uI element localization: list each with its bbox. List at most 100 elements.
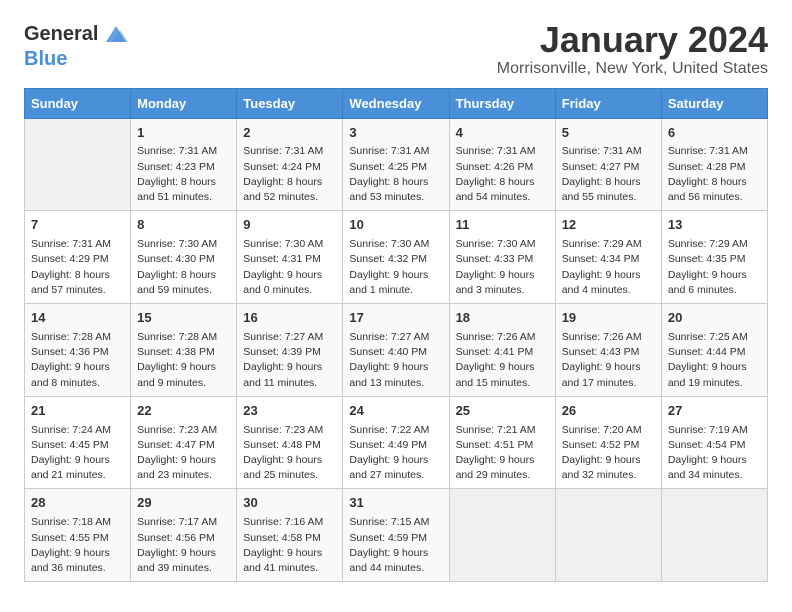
month-title: January 2024	[497, 20, 768, 60]
day-number: 24	[349, 402, 442, 421]
calendar-week-row: 7Sunrise: 7:31 AMSunset: 4:29 PMDaylight…	[25, 211, 768, 304]
daylight-hours: Daylight: 8 hours and 53 minutes.	[349, 176, 428, 203]
day-number: 27	[668, 402, 761, 421]
daylight-hours: Daylight: 9 hours and 11 minutes.	[243, 361, 322, 388]
daylight-hours: Daylight: 9 hours and 13 minutes.	[349, 361, 428, 388]
day-info: Sunrise: 7:29 AMSunset: 4:35 PMDaylight:…	[668, 237, 761, 298]
table-row: 1Sunrise: 7:31 AMSunset: 4:23 PMDaylight…	[131, 118, 237, 211]
sunrise-time: Sunrise: 7:25 AM	[668, 331, 748, 343]
sunset-time: Sunset: 4:28 PM	[668, 161, 746, 173]
daylight-hours: Daylight: 9 hours and 25 minutes.	[243, 454, 322, 481]
sunset-time: Sunset: 4:43 PM	[562, 346, 640, 358]
table-row	[555, 489, 661, 582]
table-row: 25Sunrise: 7:21 AMSunset: 4:51 PMDayligh…	[449, 396, 555, 489]
calendar-header-row: Sunday Monday Tuesday Wednesday Thursday…	[25, 88, 768, 118]
day-info: Sunrise: 7:31 AMSunset: 4:27 PMDaylight:…	[562, 144, 655, 205]
table-row: 29Sunrise: 7:17 AMSunset: 4:56 PMDayligh…	[131, 489, 237, 582]
daylight-hours: Daylight: 9 hours and 29 minutes.	[456, 454, 535, 481]
day-info: Sunrise: 7:30 AMSunset: 4:30 PMDaylight:…	[137, 237, 230, 298]
sunrise-time: Sunrise: 7:18 AM	[31, 516, 111, 528]
day-info: Sunrise: 7:17 AMSunset: 4:56 PMDaylight:…	[137, 515, 230, 576]
day-number: 21	[31, 402, 124, 421]
sunrise-time: Sunrise: 7:28 AM	[31, 331, 111, 343]
day-info: Sunrise: 7:18 AMSunset: 4:55 PMDaylight:…	[31, 515, 124, 576]
sunrise-time: Sunrise: 7:28 AM	[137, 331, 217, 343]
day-info: Sunrise: 7:31 AMSunset: 4:25 PMDaylight:…	[349, 144, 442, 205]
sunrise-time: Sunrise: 7:23 AM	[243, 424, 323, 436]
day-info: Sunrise: 7:23 AM Sunset: 4:48 PM Daylight:…	[243, 423, 336, 484]
table-row: 10Sunrise: 7:30 AMSunset: 4:32 PMDayligh…	[343, 211, 449, 304]
day-number: 14	[31, 309, 124, 328]
day-number: 7	[31, 216, 124, 235]
sunset-time: Sunset: 4:47 PM	[137, 439, 215, 451]
day-info: Sunrise: 7:21 AMSunset: 4:51 PMDaylight:…	[456, 423, 549, 484]
day-info: Sunrise: 7:30 AMSunset: 4:31 PMDaylight:…	[243, 237, 336, 298]
table-row: 5Sunrise: 7:31 AMSunset: 4:27 PMDaylight…	[555, 118, 661, 211]
table-row: 16Sunrise: 7:27 AMSunset: 4:39 PMDayligh…	[237, 304, 343, 397]
sunrise-time: Sunrise: 7:31 AM	[562, 145, 642, 157]
daylight-hours: Daylight: 8 hours and 56 minutes.	[668, 176, 747, 203]
sunrise-time: Sunrise: 7:23 AM	[137, 424, 217, 436]
day-info: Sunrise: 7:26 AMSunset: 4:43 PMDaylight:…	[562, 330, 655, 391]
sunset-time: Sunset: 4:56 PM	[137, 532, 215, 544]
table-row: 22Sunrise: 7:23 AMSunset: 4:47 PMDayligh…	[131, 396, 237, 489]
sunrise-time: Sunrise: 7:31 AM	[456, 145, 536, 157]
sunset-time: Sunset: 4:49 PM	[349, 439, 427, 451]
day-number: 4	[456, 124, 549, 143]
sunrise-time: Sunrise: 7:26 AM	[456, 331, 536, 343]
table-row: 2Sunrise: 7:31 AMSunset: 4:24 PMDaylight…	[237, 118, 343, 211]
sunset-time: Sunset: 4:35 PM	[668, 253, 746, 265]
daylight-hours: Daylight: 8 hours and 59 minutes.	[137, 269, 216, 296]
sunrise-time: Sunrise: 7:31 AM	[31, 238, 111, 250]
sunrise-time: Sunrise: 7:31 AM	[668, 145, 748, 157]
sunset-time: Sunset: 4:52 PM	[562, 439, 640, 451]
day-info: Sunrise: 7:22 AMSunset: 4:49 PMDaylight:…	[349, 423, 442, 484]
day-info: Sunrise: 7:19 AMSunset: 4:54 PMDaylight:…	[668, 423, 761, 484]
daylight-hours: Daylight: 9 hours and 34 minutes.	[668, 454, 747, 481]
day-info: Sunrise: 7:31 AM Sunset: 4:28 PM Daylight:…	[668, 144, 761, 205]
daylight-hours: Daylight: 9 hours and 17 minutes.	[562, 361, 641, 388]
daylight-hours: Daylight: 9 hours and 1 minute.	[349, 269, 428, 296]
day-info: Sunrise: 7:16 AMSunset: 4:58 PMDaylight:…	[243, 515, 336, 576]
day-info: Sunrise: 7:26 AMSunset: 4:41 PMDaylight:…	[456, 330, 549, 391]
sunset-time: Sunset: 4:33 PM	[456, 253, 534, 265]
day-number: 17	[349, 309, 442, 328]
sunset-time: Sunset: 4:27 PM	[562, 161, 640, 173]
daylight-hours: Daylight: 8 hours and 52 minutes.	[243, 176, 322, 203]
sunset-time: Sunset: 4:39 PM	[243, 346, 321, 358]
daylight-hours: Daylight: 9 hours and 41 minutes.	[243, 547, 322, 574]
sunset-time: Sunset: 4:48 PM	[243, 439, 321, 451]
day-info: Sunrise: 7:31 AMSunset: 4:26 PMDaylight:…	[456, 144, 549, 205]
table-row	[449, 489, 555, 582]
day-number: 23	[243, 402, 336, 421]
sunrise-time: Sunrise: 7:16 AM	[243, 516, 323, 528]
sunrise-time: Sunrise: 7:29 AM	[562, 238, 642, 250]
table-row: 11Sunrise: 7:30 AMSunset: 4:33 PMDayligh…	[449, 211, 555, 304]
day-info: Sunrise: 7:27 AMSunset: 4:40 PMDaylight:…	[349, 330, 442, 391]
sunrise-time: Sunrise: 7:30 AM	[349, 238, 429, 250]
daylight-hours: Daylight: 9 hours and 27 minutes.	[349, 454, 428, 481]
day-number: 9	[243, 216, 336, 235]
daylight-hours: Daylight: 8 hours and 57 minutes.	[31, 269, 110, 296]
col-saturday: Saturday	[661, 88, 767, 118]
day-number: 15	[137, 309, 230, 328]
day-number: 22	[137, 402, 230, 421]
sunset-time: Sunset: 4:24 PM	[243, 161, 321, 173]
logo-text-blue: Blue	[24, 48, 67, 70]
logo-icon	[102, 20, 130, 48]
daylight-hours: Daylight: 9 hours and 15 minutes.	[456, 361, 535, 388]
daylight-hours: Daylight: 9 hours and 6 minutes.	[668, 269, 747, 296]
sunrise-time: Sunrise: 7:31 AM	[243, 145, 323, 157]
sunset-time: Sunset: 4:55 PM	[31, 532, 109, 544]
logo: General Blue	[24, 20, 130, 70]
sunrise-time: Sunrise: 7:30 AM	[456, 238, 536, 250]
table-row: 19Sunrise: 7:26 AMSunset: 4:43 PMDayligh…	[555, 304, 661, 397]
day-number: 13	[668, 216, 761, 235]
table-row: 15Sunrise: 7:28 AMSunset: 4:38 PMDayligh…	[131, 304, 237, 397]
table-row: 26Sunrise: 7:20 AMSunset: 4:52 PMDayligh…	[555, 396, 661, 489]
day-number: 10	[349, 216, 442, 235]
sunrise-time: Sunrise: 7:21 AM	[456, 424, 536, 436]
calendar-week-row: 21Sunrise: 7:24 AMSunset: 4:45 PMDayligh…	[25, 396, 768, 489]
page-header: General Blue January 2024 Morrisonville,…	[24, 20, 768, 78]
day-number: 20	[668, 309, 761, 328]
